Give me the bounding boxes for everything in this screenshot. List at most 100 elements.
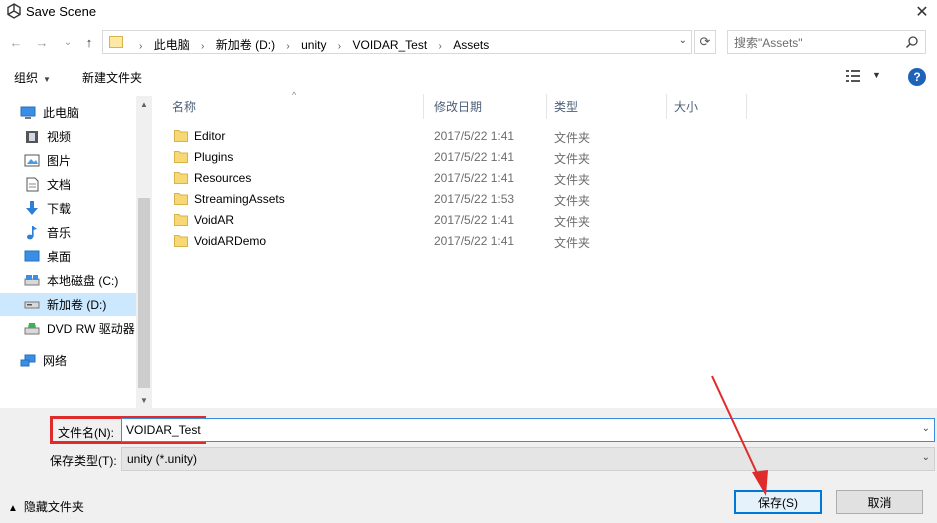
help-button[interactable]: ? [908, 68, 926, 86]
sort-ascending-icon: ^ [292, 90, 297, 100]
scroll-down-icon[interactable]: ▼ [136, 392, 152, 408]
column-header-type[interactable]: 类型 [547, 94, 667, 119]
folder-icon [174, 235, 188, 247]
new-folder-button[interactable]: 新建文件夹 [82, 69, 142, 86]
column-header-size[interactable]: 大小 [667, 94, 747, 119]
forward-arrow-icon: → [35, 34, 49, 50]
search-icon[interactable] [905, 35, 919, 49]
sidebar-item-label: 桌面 [47, 250, 72, 264]
refresh-button[interactable]: ⟳ [694, 30, 716, 54]
sidebar-item-this-pc[interactable]: 此电脑 [0, 101, 136, 124]
dvd-icon [24, 322, 40, 336]
folder-icon [109, 36, 123, 48]
chevron-right-icon: › [139, 41, 143, 52]
breadcrumb-this-pc[interactable]: 此电脑 [154, 36, 190, 53]
hide-folders-toggle[interactable]: ▲ 隐藏文件夹 [8, 498, 84, 515]
sidebar-item-pictures[interactable]: 图片 [0, 149, 136, 172]
save-type-select[interactable]: unity (*.unity) ⌄ [121, 447, 935, 471]
folder-icon [174, 151, 188, 163]
address-bar[interactable]: › 此电脑 › 新加卷 (D:) › unity › VOIDAR_Test ›… [102, 30, 692, 54]
breadcrumb-unity[interactable]: unity [301, 38, 326, 52]
navigation-pane: 此电脑 视频 图片 文档 下载 音乐 桌面 本地磁盘 (C:) 新加卷 (D:)… [0, 96, 152, 408]
forward-button[interactable]: → [32, 33, 52, 51]
sidebar-item-label: 网络 [43, 354, 68, 368]
scrollbar-thumb[interactable] [138, 198, 150, 388]
file-name: Editor [194, 129, 226, 143]
search-input[interactable] [734, 35, 899, 50]
folder-icon [174, 172, 188, 184]
file-name: Plugins [194, 150, 234, 164]
list-item[interactable]: Resources 2017/5/22 1:41 文件夹 [172, 168, 732, 189]
view-dropdown-icon[interactable]: ▼ [872, 70, 881, 80]
view-options-icon[interactable] [846, 70, 860, 82]
sidebar-item-label: 图片 [47, 154, 72, 168]
file-list: 名称 ^ 修改日期 类型 大小 Editor 2017/5/22 1:41 文件… [152, 90, 937, 408]
search-box[interactable] [727, 30, 926, 54]
folder-icon [174, 193, 188, 205]
back-button[interactable]: ← [6, 33, 26, 51]
file-name: VoidARDemo [194, 234, 267, 248]
window-title: Save Scene [26, 4, 97, 19]
chevron-down-icon[interactable]: ⌄ [922, 423, 930, 434]
list-item[interactable]: VoidAR 2017/5/22 1:41 文件夹 [172, 210, 732, 231]
column-header-date[interactable]: 修改日期 [424, 94, 547, 119]
recent-locations-button[interactable]: ⌄ [58, 33, 78, 51]
pictures-icon [24, 154, 40, 168]
desktop-icon [24, 250, 40, 264]
hide-folders-label: 隐藏文件夹 [23, 500, 84, 514]
filename-input[interactable] [126, 423, 906, 437]
save-form: 文件名(N): ⌄ 保存类型(T): unity (*.unity) ⌄ ▲ 隐藏… [0, 408, 937, 523]
folder-icon [174, 214, 188, 226]
file-date: 2017/5/22 1:53 [434, 192, 515, 206]
column-header-name[interactable]: 名称 ^ [152, 90, 424, 119]
organize-menu[interactable]: 组织 ▼ [14, 69, 51, 86]
computer-icon [20, 106, 36, 120]
navigation-scrollbar[interactable]: ▲ ▼ [136, 96, 152, 408]
file-type: 文件夹 [554, 215, 591, 229]
chevron-right-icon: › [438, 41, 442, 52]
filename-label: 文件名(N): [58, 426, 114, 440]
scroll-up-icon[interactable]: ▲ [136, 96, 152, 112]
up-button[interactable]: ↑ [79, 33, 99, 51]
list-item[interactable]: Editor 2017/5/22 1:41 文件夹 [172, 126, 732, 147]
title-bar: Save Scene ✕ [0, 0, 937, 24]
chevron-up-icon: ▲ [8, 503, 18, 514]
breadcrumb-drive-d[interactable]: 新加卷 (D:) [216, 36, 275, 53]
sidebar-item-desktop[interactable]: 桌面 [0, 245, 136, 268]
filename-combobox[interactable]: ⌄ [121, 418, 935, 442]
sidebar-item-music[interactable]: 音乐 [0, 221, 136, 244]
organize-label: 组织 [14, 71, 39, 85]
column-name-label: 名称 [172, 100, 197, 114]
unity-icon [7, 3, 21, 19]
save-type-label: 保存类型(T): [50, 454, 117, 468]
sidebar-item-label: DVD RW 驱动器 [47, 322, 135, 336]
chevron-down-icon: ⌄ [921, 452, 930, 463]
file-type: 文件夹 [554, 194, 591, 208]
list-item[interactable]: VoidARDemo 2017/5/22 1:41 文件夹 [172, 231, 732, 252]
sidebar-item-label: 音乐 [47, 226, 72, 240]
sidebar-item-documents[interactable]: 文档 [0, 173, 136, 196]
close-button[interactable]: ✕ [907, 0, 937, 24]
network-icon [20, 354, 36, 368]
documents-icon [24, 177, 40, 192]
up-arrow-icon: ↑ [85, 34, 93, 50]
sidebar-item-dvd[interactable]: DVD RW 驱动器 [0, 317, 136, 340]
sidebar-item-network[interactable]: 网络 [0, 349, 136, 372]
sidebar-item-label: 文档 [47, 178, 72, 192]
address-dropdown-icon[interactable]: ⌄ [679, 35, 687, 46]
new-folder-label: 新建文件夹 [82, 71, 143, 85]
sidebar-item-videos[interactable]: 视频 [0, 125, 136, 148]
column-size-label: 大小 [674, 100, 699, 114]
drive-icon [24, 274, 40, 288]
cancel-button[interactable]: 取消 [836, 490, 923, 514]
sidebar-item-downloads[interactable]: 下载 [0, 197, 136, 220]
list-item[interactable]: StreamingAssets 2017/5/22 1:53 文件夹 [172, 189, 732, 210]
breadcrumb-voidar-test[interactable]: VOIDAR_Test [352, 38, 427, 52]
sidebar-item-drive-d[interactable]: 新加卷 (D:) [0, 293, 136, 316]
list-item[interactable]: Plugins 2017/5/22 1:41 文件夹 [172, 147, 732, 168]
sidebar-item-drive-c[interactable]: 本地磁盘 (C:) [0, 269, 136, 292]
save-button[interactable]: 保存(S) [734, 490, 822, 514]
breadcrumb-assets[interactable]: Assets [453, 38, 489, 52]
file-date: 2017/5/22 1:41 [434, 171, 515, 185]
file-type: 文件夹 [554, 131, 591, 145]
